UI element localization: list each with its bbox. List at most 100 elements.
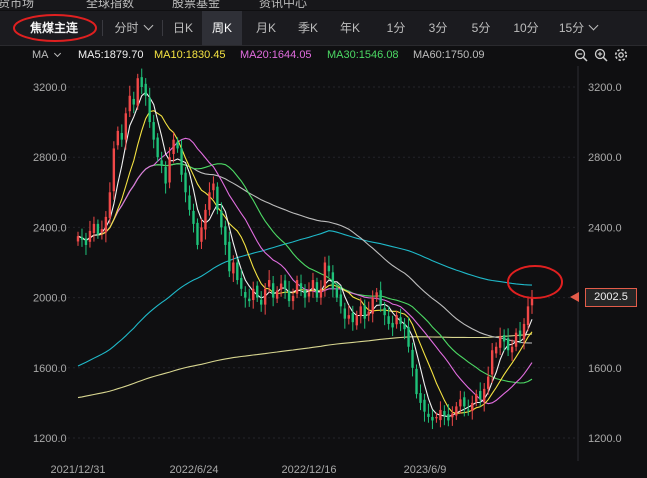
candle-body [120,132,124,140]
y-tick-label: 2000.0 [33,293,67,305]
y-tick-label: 2400.0 [33,222,67,234]
candle-body [220,210,223,228]
symbol-highlight-ring [13,14,97,42]
candle-body [136,78,139,106]
candle-body [128,95,131,112]
candle-body [180,148,183,175]
x-tick-label: 2022/6/24 [170,464,219,476]
candle-body [271,283,275,298]
candle-body [522,323,526,340]
x-tick-label: 2021/12/31 [50,464,105,476]
settings-icon[interactable] [614,48,628,62]
y-tick-label: 1600.0 [33,363,67,375]
zoom-in-icon[interactable] [594,48,608,62]
menu-item-futures[interactable]: 期货市场 [0,0,34,10]
candle-body [176,141,179,149]
candle-body [431,416,434,421]
candle-body [411,349,414,368]
candle-body [498,336,502,348]
top-menu: 期货市场 全球指数 股票基金 资讯中心 [0,0,647,10]
candlesticks [76,68,534,430]
candle-body [486,376,490,389]
tab-weekly[interactable]: 周K [202,11,242,45]
tab-1min[interactable]: 1分 [376,11,416,45]
candle-body [164,167,167,184]
candle-body [407,327,410,347]
menu-item-news[interactable]: 资讯中心 [259,0,307,10]
tab-intraday[interactable]: 分时 [106,11,160,45]
tab-10min[interactable]: 10分 [506,11,546,45]
candle-body [184,172,187,193]
candle-body [335,287,339,298]
candle-body [212,183,215,191]
tab-5min[interactable]: 5分 [461,11,501,45]
ma30-line [77,163,533,384]
candle-body [188,195,191,210]
candle-body [311,280,315,290]
period-tab-bar: 焦煤主连 分时 日K 周K 月K 季K 年K 1分 3分 5分 10分 15分 [0,11,647,46]
candle-body [172,139,175,155]
candle-body [471,402,474,411]
candle-body [447,414,450,421]
candle-body [375,292,378,298]
candle-body [415,368,418,395]
candle-body [192,210,195,224]
candle-body [132,98,135,105]
tab-daily[interactable]: 日K [164,11,202,45]
tab-monthly[interactable]: 月K [246,11,286,45]
candle-body [479,390,482,400]
candle-body [140,77,143,87]
candle-body [315,282,319,298]
last-candle-highlight-ring [507,265,563,299]
candle-body [490,350,494,375]
candle-body [502,335,506,342]
chart-grid [48,66,579,461]
candle-body [283,280,287,289]
x-tick-label: 2023/6/9 [404,464,447,476]
candle-body [526,306,530,325]
candle-body [379,290,382,305]
kline-chart[interactable]: 3200.0 2800.0 2400.0 2000.0 1600.0 1200.0 320… [0,66,647,478]
candle-body [92,223,96,234]
candle-body [144,83,147,96]
candle-body [367,311,370,316]
candle-body [463,397,466,407]
candle-body [295,280,299,294]
candle-body [467,409,470,411]
candle-body [200,227,203,242]
candle-body [240,277,243,289]
candle-body [514,332,518,347]
tab-yearly[interactable]: 年K [330,11,370,45]
candle-body [363,305,366,319]
candle-body [510,346,514,353]
ma-selector[interactable]: MA [32,49,61,61]
ma5-value: MA5:1879.70 [78,49,144,61]
candle-body [80,237,84,240]
candle-body [423,399,426,412]
y-tick-label: 3200.0 [588,82,622,94]
y-axis-right: 3200.02800.02400.02000.01600.01200.0 [588,82,622,445]
price-pointer-icon [570,292,579,302]
ma-legend: MA MA5:1879.70 MA10:1830.45 MA20:1644.05… [0,46,647,66]
candle-body [506,338,510,351]
candle-body [299,283,303,289]
candle-body [244,291,247,298]
candle-body [371,297,374,314]
tab-3min[interactable]: 3分 [418,11,458,45]
candle-body [168,157,171,183]
ma60-line [77,163,533,344]
zoom-out-icon[interactable] [574,48,588,62]
menu-item-stock-fund[interactable]: 股票基金 [172,0,220,10]
tab-quarterly[interactable]: 季K [288,11,328,45]
candle-body [494,346,498,354]
menu-item-global-index[interactable]: 全球指数 [86,0,134,10]
candle-body [248,298,251,302]
tab-15min[interactable]: 15分 [550,11,606,45]
candle-body [387,316,390,324]
candle-body [331,272,335,289]
candle-body [391,322,394,328]
candle-body [339,294,343,307]
ma20-line [77,137,533,405]
candle-body [96,223,100,235]
candle-body [483,388,486,402]
